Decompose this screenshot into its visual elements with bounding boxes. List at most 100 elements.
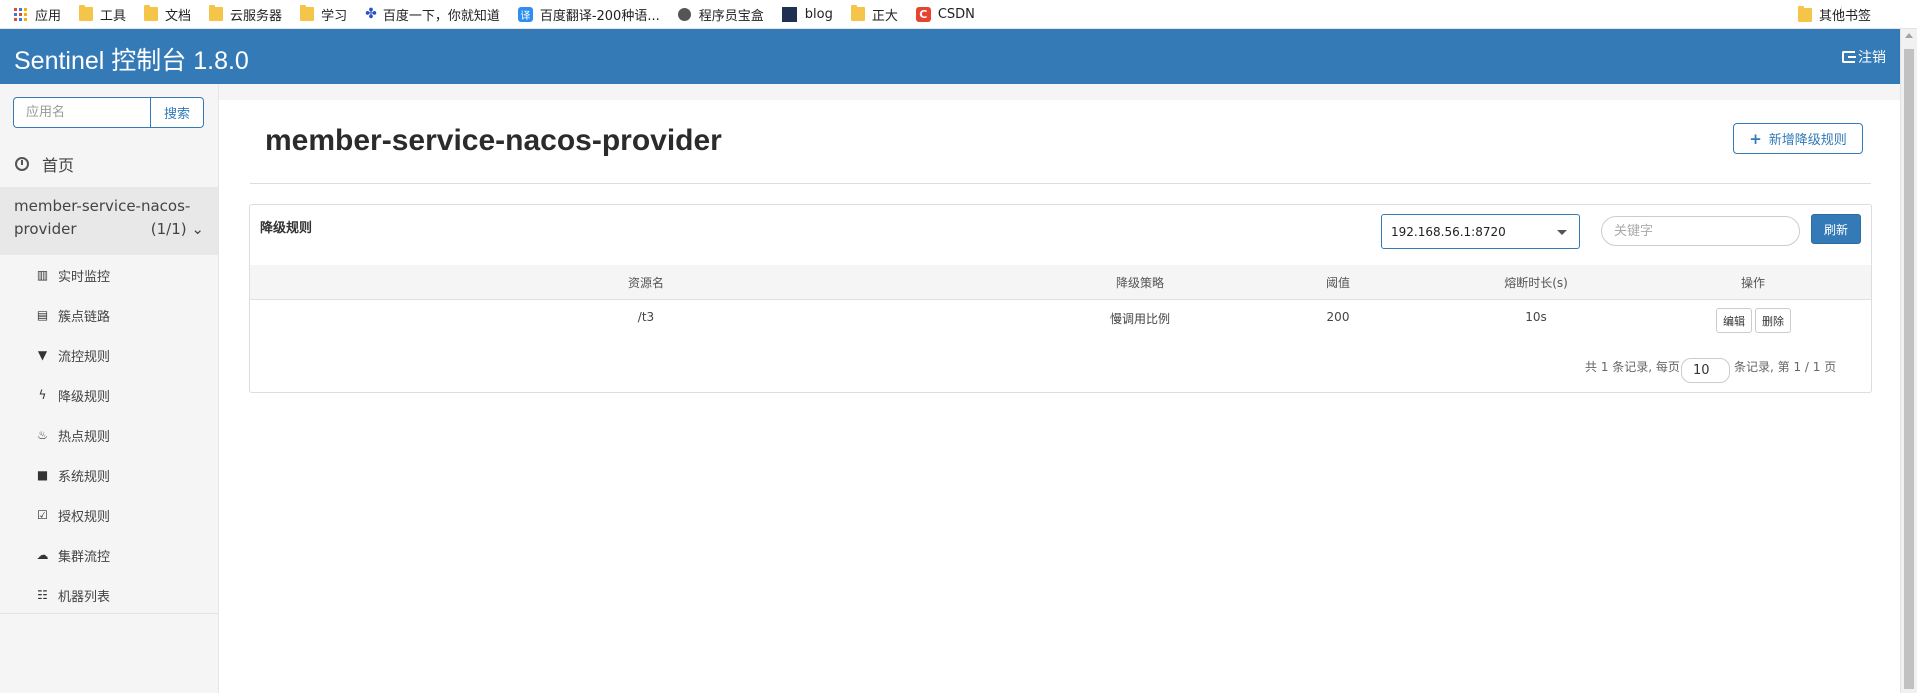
sidebar-item-label: 首页 <box>42 156 75 175</box>
pager-prefix: 共 1 条记录, 每页 <box>1585 360 1680 374</box>
chevron-down-icon: ⌄ <box>191 220 204 238</box>
blog-avatar-icon <box>781 6 797 22</box>
sidebar-item-label: 集群流控 <box>58 549 111 565</box>
sidebar-item-label: 实时监控 <box>58 269 111 285</box>
app-search-button[interactable]: 搜索 <box>150 97 204 128</box>
logout-link[interactable]: 注销 <box>1842 47 1886 67</box>
add-button-label: 新增降级规则 <box>1768 133 1847 148</box>
bookmark-apps[interactable]: 应用 <box>14 5 61 24</box>
sidebar-item-cluster-flow[interactable]: ☁ 集群流控 <box>0 535 218 575</box>
bookmark-other[interactable]: 其他书签 <box>1797 0 1871 29</box>
bookmarks-bar: 应用 工具 文档 云服务器 学习 ✤ 百度一下，你就知道 译 百度翻译-200种… <box>0 0 1917 29</box>
folder-icon <box>209 5 224 21</box>
sidebar-item-degrade-rules[interactable]: ϟ 降级规则 <box>0 375 218 415</box>
bookmark-label: CSDN <box>937 6 975 22</box>
flash-icon: ϟ <box>38 388 47 402</box>
bookmark-baidu[interactable]: ✤ 百度一下，你就知道 <box>365 5 500 24</box>
sidebar-item-flow-rules[interactable]: ▼ 流控规则 <box>0 335 218 375</box>
sidebar-item-label: 授权规则 <box>58 509 111 525</box>
bookmark-label: 工具 <box>100 8 127 24</box>
bookmark-label: blog <box>804 6 833 22</box>
bookmark-csdn[interactable]: C CSDN <box>915 6 975 22</box>
add-degrade-rule-button[interactable]: + 新增降级规则 <box>1733 123 1863 154</box>
sidebar-item-hotspot-rules[interactable]: ♨ 热点规则 <box>0 415 218 455</box>
bookmark-programmer-box[interactable]: 程序员宝盒 <box>677 5 764 24</box>
top-navbar: Sentinel 控制台 1.8.0 注销 <box>0 29 1900 84</box>
clock-icon <box>15 157 29 171</box>
bookmark-baidu-translate[interactable]: 译 百度翻译-200种语... <box>517 5 660 24</box>
page-scrollbar[interactable] <box>1900 29 1917 693</box>
sidebar-item-label: 系统规则 <box>58 469 111 485</box>
sidebar-item-machine-list[interactable]: ☷ 机器列表 <box>0 575 218 615</box>
bookmark-label: 其他书签 <box>1818 9 1871 24</box>
sidebar-item-cluster-link[interactable]: ▤ 簇点链路 <box>0 295 218 335</box>
panel-title: 降级规则 <box>260 221 313 236</box>
sidebar-item-auth-rules[interactable]: ☑ 授权规则 <box>0 495 218 535</box>
cell-threshold: 200 <box>1326 310 1350 324</box>
bookmark-zhengda[interactable]: 正大 <box>850 5 898 24</box>
cell-resource: /t3 <box>637 310 655 324</box>
edit-button[interactable]: 编辑 <box>1716 308 1752 333</box>
sidebar-item-label: 流控规则 <box>58 349 111 365</box>
sidebar-item-label: 热点规则 <box>58 429 111 445</box>
bookmark-label: 学习 <box>321 8 348 24</box>
apps-grid-icon <box>14 7 27 21</box>
filter-icon: ▼ <box>37 348 48 362</box>
folder-icon <box>850 5 865 21</box>
globe-icon <box>677 7 691 21</box>
sidebar-item-realtime-monitor[interactable]: ▥ 实时监控 <box>0 255 218 295</box>
folder-icon <box>300 5 315 21</box>
delete-button[interactable]: 删除 <box>1755 308 1791 333</box>
bookmark-label: 程序员宝盒 <box>698 8 764 24</box>
app-search: 搜索 <box>13 97 204 128</box>
bookmark-cloud-server[interactable]: 云服务器 <box>209 5 282 24</box>
keyword-search-input[interactable] <box>1601 216 1800 246</box>
list-icon: ▤ <box>36 308 49 322</box>
bar-chart-icon: ▥ <box>36 268 49 282</box>
refresh-button[interactable]: 刷新 <box>1811 214 1861 244</box>
bookmark-label: 文档 <box>165 8 192 24</box>
translate-icon: 译 <box>517 6 533 22</box>
col-header-threshold: 阈值 <box>1325 276 1351 290</box>
col-header-duration: 熔断时长(s) <box>1504 276 1568 290</box>
th-list-icon: ☷ <box>37 588 48 602</box>
col-header-actions: 操作 <box>1740 276 1766 290</box>
cell-strategy: 慢调用比例 <box>1109 312 1171 326</box>
check-icon: ☑ <box>37 508 48 522</box>
logout-label: 注销 <box>1858 50 1886 66</box>
bookmark-label: 应用 <box>35 8 62 24</box>
sidebar: 搜索 首页 member-service-nacos- provider (1/… <box>0 84 219 693</box>
bookmark-label: 百度翻译-200种语... <box>539 8 660 24</box>
sidebar-item-label: 簇点链路 <box>58 309 111 325</box>
folder-icon <box>1797 5 1812 22</box>
logout-icon <box>1842 51 1856 63</box>
scroll-up-arrow-icon[interactable] <box>1905 33 1913 38</box>
sidebar-item-system-rules[interactable]: ■ 系统规则 <box>0 455 218 495</box>
machine-select[interactable]: 192.168.56.1:8720 <box>1381 214 1580 249</box>
page-size-input[interactable]: 10 <box>1681 358 1730 383</box>
folder-icon <box>144 5 159 21</box>
app-search-input[interactable] <box>13 97 150 128</box>
pager-suffix: 条记录, 第 1 / 1 页 <box>1734 360 1837 374</box>
sidebar-item-label: 机器列表 <box>58 589 111 605</box>
app-count-text: (1/1) <box>150 220 187 238</box>
plus-icon: + <box>1749 129 1762 148</box>
sidebar-item-home[interactable]: 首页 <box>0 144 218 184</box>
scrollbar-thumb[interactable] <box>1904 49 1914 689</box>
col-header-resource: 资源名 <box>627 276 665 290</box>
sidebar-app-entry[interactable]: member-service-nacos- provider (1/1) ⌄ <box>0 187 218 255</box>
bookmark-tools[interactable]: 工具 <box>79 5 126 24</box>
folder-icon <box>79 5 94 21</box>
bookmark-study[interactable]: 学习 <box>300 5 347 24</box>
baidu-paw-icon: ✤ <box>365 6 377 22</box>
col-header-strategy: 降级策略 <box>1115 276 1165 290</box>
app-machine-count: (1/1) ⌄ <box>151 218 204 241</box>
brand-title[interactable]: Sentinel 控制台 1.8.0 <box>14 41 249 77</box>
bookmark-docs[interactable]: 文档 <box>144 5 191 24</box>
machine-select-value: 192.168.56.1:8720 <box>1391 224 1506 239</box>
bookmark-label: 云服务器 <box>230 8 283 24</box>
bookmark-blog[interactable]: blog <box>781 6 833 22</box>
table-header <box>250 265 1871 300</box>
title-divider <box>250 183 1871 184</box>
fire-icon: ♨ <box>37 428 48 442</box>
